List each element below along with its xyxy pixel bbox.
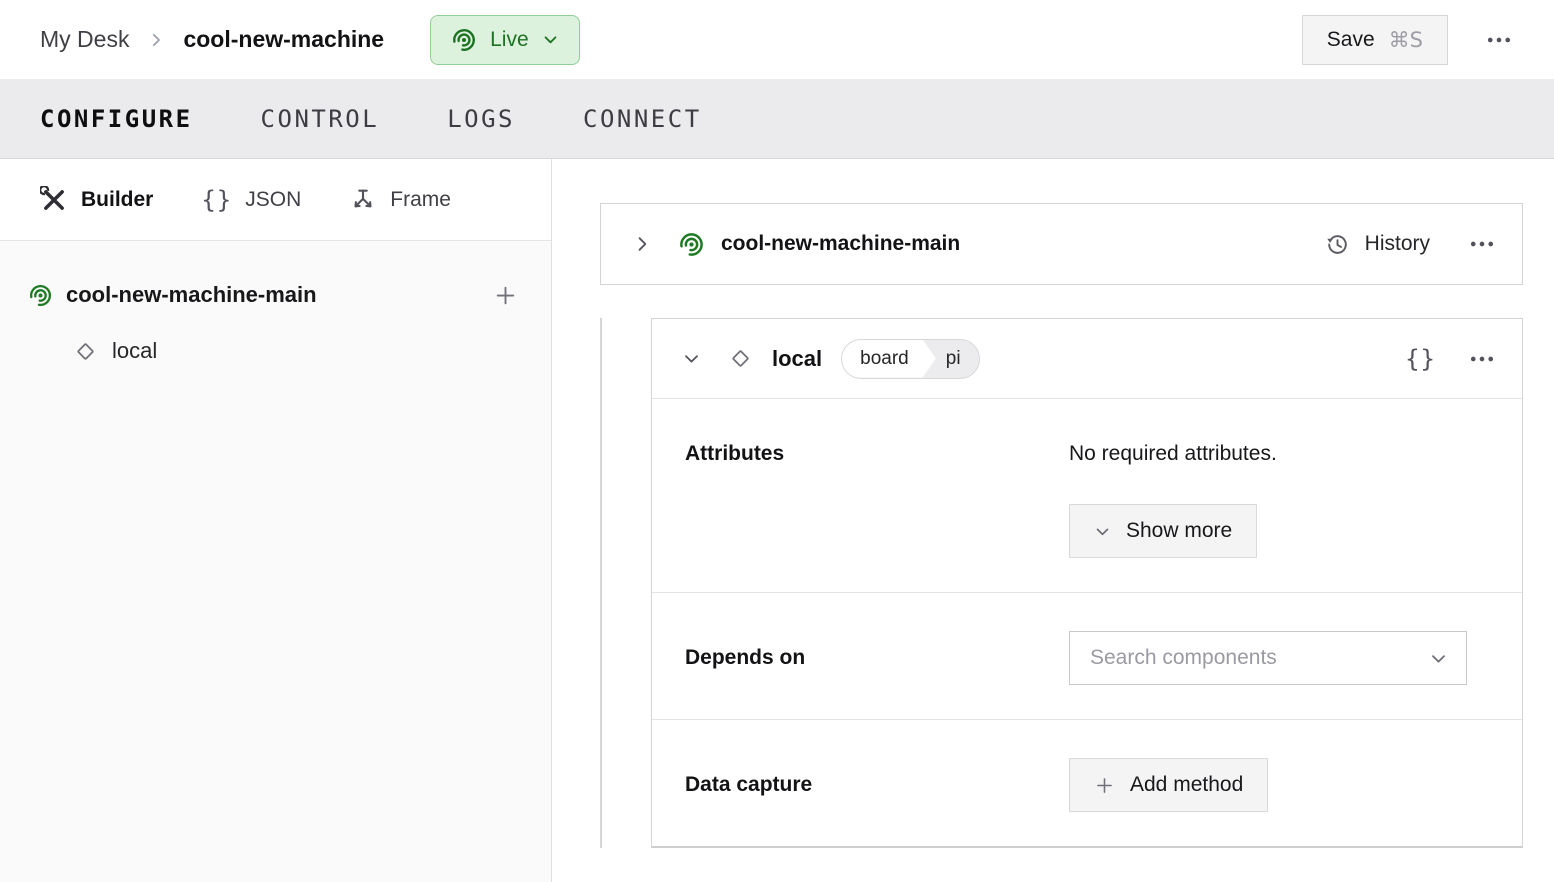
add-component-icon[interactable] bbox=[493, 283, 518, 308]
badge-type-segment: board bbox=[842, 340, 936, 378]
attributes-label: Attributes bbox=[685, 440, 1069, 558]
tree-component-label: local bbox=[112, 338, 157, 364]
braces-icon: {} bbox=[201, 186, 232, 214]
part-radar-icon bbox=[678, 231, 705, 258]
save-button-label: Save bbox=[1327, 28, 1375, 52]
tree-item-machine-part[interactable]: cool-new-machine-main bbox=[0, 267, 551, 323]
show-more-chevron-down-icon bbox=[1094, 523, 1111, 540]
tab-logs[interactable]: LOGS bbox=[447, 105, 515, 133]
view-json-braces-icon[interactable]: {} bbox=[1405, 345, 1436, 373]
component-title: local bbox=[772, 346, 822, 372]
mode-builder[interactable]: Builder bbox=[40, 186, 153, 214]
depends-on-label: Depends on bbox=[685, 644, 1069, 685]
depends-on-section: Depends on Search components bbox=[652, 593, 1522, 719]
part-card-title: cool-new-machine-main bbox=[721, 232, 960, 256]
machine-part-card: cool-new-machine-main History bbox=[600, 203, 1523, 285]
badge-model-segment: pi bbox=[936, 340, 979, 378]
mode-frame[interactable]: Frame bbox=[349, 186, 451, 214]
mode-json-label: JSON bbox=[245, 188, 301, 212]
save-button[interactable]: Save ⌘S bbox=[1302, 15, 1448, 65]
plus-icon bbox=[1094, 775, 1115, 796]
machine-status-dropdown[interactable]: Live bbox=[430, 15, 580, 65]
component-overflow-menu-button[interactable] bbox=[1468, 345, 1496, 373]
history-icon bbox=[1324, 231, 1351, 258]
history-button[interactable]: History bbox=[1324, 231, 1430, 258]
depends-on-placeholder: Search components bbox=[1090, 646, 1429, 670]
component-diamond-icon bbox=[727, 345, 754, 372]
component-card-header: local board pi {} bbox=[652, 319, 1522, 399]
part-expand-chevron-icon[interactable] bbox=[632, 234, 652, 254]
data-capture-section: Data capture Add method bbox=[652, 720, 1522, 846]
tab-control[interactable]: CONTROL bbox=[261, 105, 380, 133]
machine-tree: cool-new-machine-main local bbox=[0, 241, 551, 379]
mode-json[interactable]: {} JSON bbox=[201, 186, 301, 214]
app-window: My Desk cool-new-machine Live Save ⌘S bbox=[0, 0, 1554, 882]
breadcrumb: My Desk cool-new-machine bbox=[40, 26, 384, 53]
component-collapse-chevron-icon[interactable] bbox=[682, 349, 701, 368]
machine-part-radar-icon bbox=[28, 283, 53, 308]
tree-connector-line bbox=[600, 318, 602, 848]
view-mode-switcher: Builder {} JSON Frame bbox=[0, 159, 551, 241]
machine-name: cool-new-machine bbox=[183, 26, 384, 53]
config-main-panel: cool-new-machine-main History bbox=[552, 159, 1554, 882]
tab-bar: CONFIGURE CONTROL LOGS CONNECT bbox=[0, 80, 1554, 159]
mode-builder-label: Builder bbox=[81, 188, 153, 212]
axes-icon bbox=[349, 186, 377, 214]
breadcrumb-parent-link[interactable]: My Desk bbox=[40, 26, 129, 53]
save-shortcut-hint: ⌘S bbox=[1389, 28, 1423, 52]
part-overflow-menu-button[interactable] bbox=[1468, 230, 1496, 258]
status-chevron-down-icon bbox=[542, 31, 559, 48]
select-chevron-down-icon bbox=[1429, 649, 1448, 668]
tree-item-component-local[interactable]: local bbox=[0, 323, 551, 379]
attributes-empty-text: No required attributes. bbox=[1069, 440, 1490, 468]
config-sidebar: Builder {} JSON Frame bbox=[0, 159, 552, 882]
show-more-button[interactable]: Show more bbox=[1069, 504, 1257, 558]
machine-live-radar-icon bbox=[451, 27, 477, 53]
component-row: local board pi {} Attributes bbox=[600, 318, 1523, 848]
component-diamond-icon bbox=[72, 338, 99, 365]
attributes-section: Attributes No required attributes. Show … bbox=[652, 399, 1522, 592]
breadcrumb-separator-chevron-icon bbox=[147, 31, 165, 49]
tab-configure[interactable]: CONFIGURE bbox=[40, 105, 193, 133]
status-label: Live bbox=[490, 28, 529, 52]
data-capture-label: Data capture bbox=[685, 771, 1069, 812]
depends-on-select[interactable]: Search components bbox=[1069, 631, 1467, 685]
tree-part-label: cool-new-machine-main bbox=[66, 282, 317, 308]
tab-connect[interactable]: CONNECT bbox=[583, 105, 702, 133]
top-bar: My Desk cool-new-machine Live Save ⌘S bbox=[0, 0, 1554, 80]
component-type-badge: board pi bbox=[841, 339, 979, 379]
add-method-button[interactable]: Add method bbox=[1069, 758, 1268, 812]
component-card-local: local board pi {} Attributes bbox=[651, 318, 1523, 848]
history-label: History bbox=[1365, 232, 1430, 256]
machine-overflow-menu-button[interactable] bbox=[1482, 23, 1516, 57]
show-more-label: Show more bbox=[1126, 519, 1232, 543]
tools-icon bbox=[40, 186, 68, 214]
mode-frame-label: Frame bbox=[390, 188, 451, 212]
add-method-label: Add method bbox=[1130, 773, 1243, 797]
